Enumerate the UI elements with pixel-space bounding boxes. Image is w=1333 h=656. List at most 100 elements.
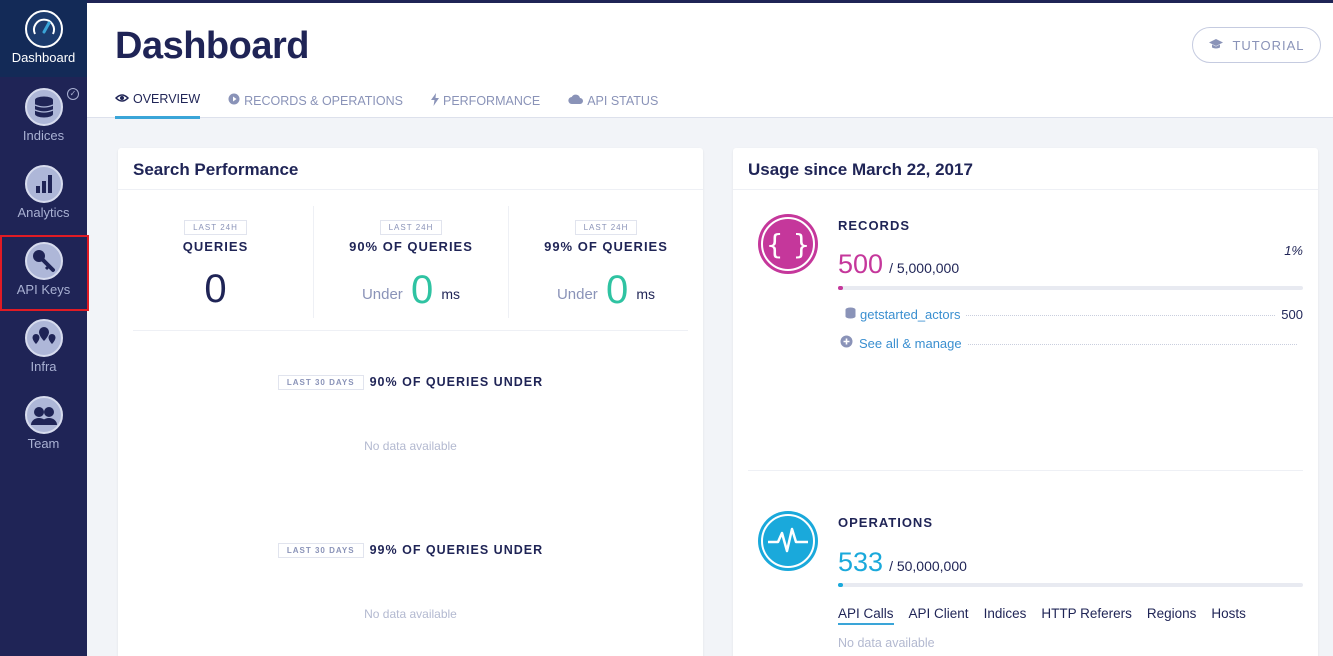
operations-value-line: 533 / 50,000,000 (838, 547, 967, 578)
lightning-icon (430, 92, 439, 109)
dotted-leader (966, 315, 1276, 316)
tutorial-label: TUTORIAL (1232, 37, 1305, 53)
tab-bar: OVERVIEW RECORDS & OPERATIONS PERFORMANC… (114, 89, 686, 119)
stat-value: 0 (605, 268, 629, 312)
stat-prefix: Under (556, 286, 598, 303)
card-title: Search Performance (133, 160, 299, 179)
database-icon (845, 307, 856, 322)
tab-api-status[interactable]: API STATUS (568, 89, 658, 119)
period-badge: LAST 24H (379, 220, 443, 235)
cloud-icon (568, 94, 584, 107)
stat-label: QUERIES (182, 239, 249, 254)
stat-prefix: Under (361, 286, 403, 303)
stat-value: 0 (410, 268, 434, 312)
tab-label: PERFORMANCE (442, 93, 541, 108)
operations-label: OPERATIONS (838, 515, 933, 530)
section-99-under: LAST 30 DAYS 99% OF QUERIES UNDER (118, 543, 703, 558)
page-header: Dashboard TUTORIAL OVERVIEW RECORDS & OP… (87, 0, 1333, 119)
index-link[interactable]: getstarted_actors (860, 307, 960, 322)
tab-label: RECORDS & OPERATIONS (244, 93, 403, 108)
tab-hosts[interactable]: Hosts (1211, 606, 1246, 625)
map-pins-icon (24, 319, 63, 357)
no-data-message: No data available (364, 439, 457, 453)
records-total: / 5,000,000 (889, 260, 960, 276)
team-icon (24, 396, 63, 434)
operations-tabs: API Calls API Client Indices HTTP Refere… (838, 606, 1246, 625)
stat-unit: ms (441, 286, 461, 302)
tab-indices[interactable]: Indices (984, 606, 1027, 625)
tab-api-calls[interactable]: API Calls (838, 606, 894, 625)
usage-card: Usage since March 22, 2017 { } RECORDS 1… (733, 148, 1318, 656)
sidebar-item-label: Indices (22, 128, 65, 143)
stat-99-percentile: LAST 24H 99% OF QUERIES Under 0 ms (508, 206, 703, 318)
see-all-manage-link[interactable]: See all & manage (859, 336, 962, 351)
sidebar-item-label: Team (27, 436, 60, 451)
sidebar-item-label: Infra (30, 359, 57, 374)
records-label: RECORDS (838, 218, 911, 233)
page-title: Dashboard (115, 25, 309, 67)
divider (133, 330, 688, 331)
sidebar-item-analytics[interactable]: Analytics (0, 155, 87, 232)
operations-progress-fill (838, 583, 843, 587)
tab-regions[interactable]: Regions (1147, 606, 1197, 625)
stat-label: 90% OF QUERIES (349, 239, 473, 254)
operations-value: 533 (838, 547, 884, 577)
records-progress-bar (838, 286, 1303, 290)
check-circle-icon: ✓ (67, 88, 79, 100)
selection-highlight (0, 235, 89, 311)
sidebar: Dashboard Indices ✓ Analytics API Keys I… (0, 0, 89, 656)
search-performance-card: Search Performance LAST 24H QUERIES 0 LA… (118, 148, 703, 656)
stat-label: 99% OF QUERIES (544, 239, 668, 254)
tutorial-button[interactable]: TUTORIAL (1192, 27, 1321, 63)
speedometer-icon (24, 10, 63, 48)
stat-90-percentile: LAST 24H 90% OF QUERIES Under 0 ms (313, 206, 508, 318)
operations-total: / 50,000,000 (889, 558, 967, 574)
section-label: 99% OF QUERIES UNDER (369, 543, 544, 557)
tab-label: API STATUS (587, 93, 659, 108)
sidebar-item-dashboard[interactable]: Dashboard (0, 0, 87, 77)
tab-label: OVERVIEW (133, 92, 201, 106)
divider (733, 189, 1318, 190)
graduation-cap-icon (1208, 38, 1224, 53)
section-label: 90% OF QUERIES UNDER (369, 375, 544, 389)
sidebar-item-team[interactable]: Team (0, 386, 87, 463)
svg-text:{ }: { } (766, 228, 811, 261)
manage-row: See all & manage (840, 335, 1303, 351)
plus-circle-icon (840, 335, 853, 351)
stat-unit: ms (636, 286, 656, 302)
sidebar-item-label: Dashboard (11, 50, 76, 65)
database-icon (24, 88, 63, 126)
operations-progress-bar (838, 583, 1303, 587)
tab-records-operations[interactable]: RECORDS & OPERATIONS (228, 89, 403, 119)
tab-overview[interactable]: OVERVIEW (114, 89, 201, 119)
section-90-under: LAST 30 DAYS 90% OF QUERIES UNDER (118, 375, 703, 390)
period-badge: LAST 24H (184, 220, 247, 235)
records-value-line: 500 / 5,000,000 (838, 249, 959, 280)
no-data-message: No data available (838, 636, 935, 650)
index-count: 500 (1281, 307, 1303, 322)
dotted-leader (967, 344, 1297, 345)
sidebar-item-infra[interactable]: Infra (0, 309, 87, 386)
stat-queries: LAST 24H QUERIES 0 (118, 206, 313, 318)
eye-icon (114, 93, 130, 106)
tab-performance[interactable]: PERFORMANCE (430, 89, 541, 119)
period-badge: LAST 24H (574, 220, 638, 235)
divider (118, 189, 703, 190)
period-badge: LAST 30 DAYS (277, 375, 364, 390)
stat-value: 0 (204, 267, 227, 311)
operations-pulse-icon (758, 511, 818, 571)
records-percent: 1% (1284, 243, 1303, 258)
period-badge: LAST 30 DAYS (277, 543, 364, 558)
bar-chart-icon (24, 165, 63, 203)
divider (748, 470, 1303, 471)
sidebar-item-label: Analytics (17, 205, 70, 220)
tab-api-client[interactable]: API Client (909, 606, 969, 625)
card-title: Usage since March 22, 2017 (748, 160, 973, 179)
tab-http-referers[interactable]: HTTP Referers (1041, 606, 1132, 625)
records-value: 500 (838, 249, 884, 279)
play-circle-icon (228, 93, 240, 108)
records-braces-icon: { } (758, 214, 818, 274)
no-data-message: No data available (364, 607, 457, 621)
index-row: getstarted_actors 500 (845, 307, 1303, 322)
records-progress-fill (838, 286, 843, 290)
